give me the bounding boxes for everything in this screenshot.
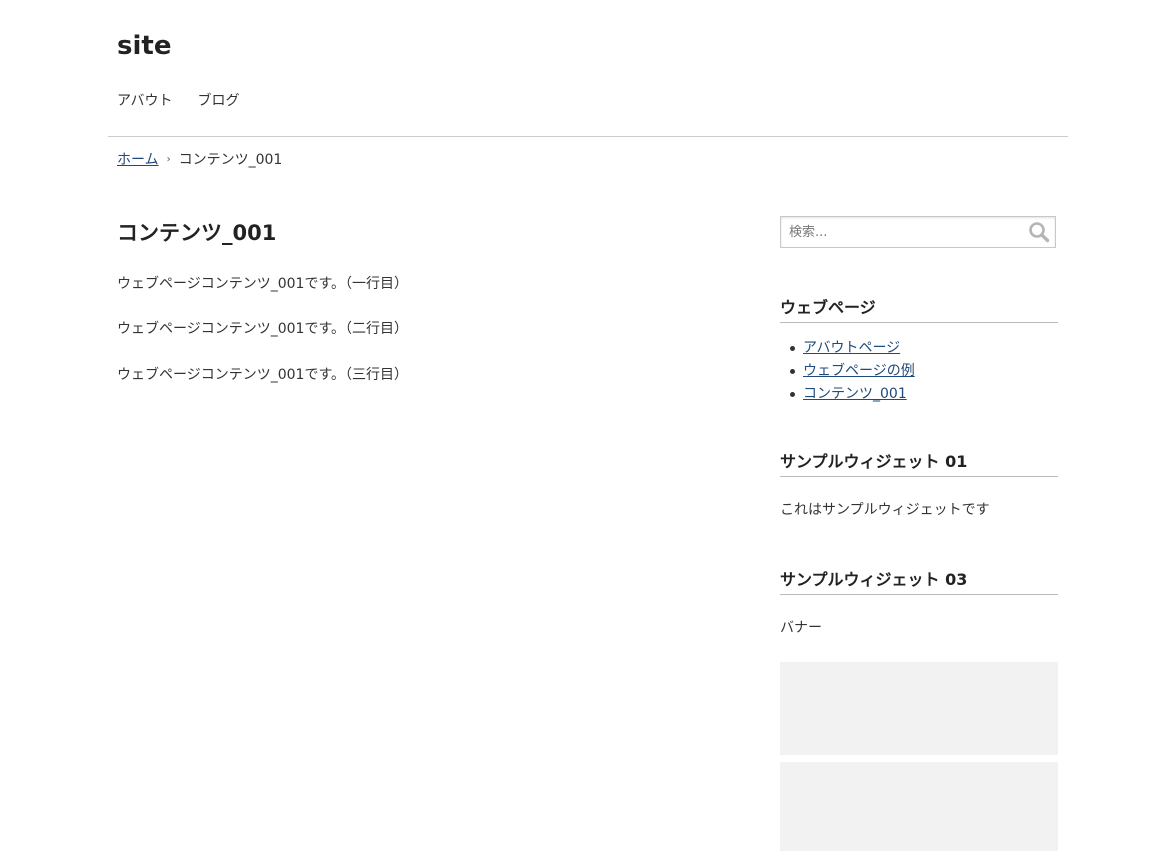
bullet-icon <box>790 392 795 397</box>
content-paragraph-1: ウェブページコンテンツ_001です。（一行目） <box>117 276 409 292</box>
widget-title-pages: ウェブページ <box>780 297 1058 323</box>
content-paragraph-3: ウェブページコンテンツ_001です。（三行目） <box>117 367 409 383</box>
header-divider <box>108 136 1068 137</box>
bullet-icon <box>790 369 795 374</box>
breadcrumb-current: コンテンツ_001 <box>178 152 283 168</box>
list-item: コンテンツ_001 <box>780 383 915 406</box>
breadcrumb: ホーム › コンテンツ_001 <box>117 149 282 171</box>
search-input[interactable] <box>781 217 1029 247</box>
global-nav: アバウト ブログ <box>117 90 239 112</box>
search-icon[interactable] <box>1027 220 1051 244</box>
nav-item-blog[interactable]: ブログ <box>197 90 239 112</box>
list-item: ウェブページの例 <box>780 360 915 383</box>
widget-title-sample-03: サンプルウィジェット 03 <box>780 569 1058 595</box>
nav-item-about[interactable]: アバウト <box>117 90 172 112</box>
bullet-icon <box>790 346 795 351</box>
banner-1[interactable] <box>780 662 1058 755</box>
page-link-example[interactable]: ウェブページの例 <box>803 360 915 383</box>
content-paragraph-2: ウェブページコンテンツ_001です。（二行目） <box>117 321 409 337</box>
search-box <box>780 216 1056 248</box>
page-title: コンテンツ_001 <box>117 221 277 245</box>
site-title[interactable]: site <box>117 28 171 64</box>
banner-2[interactable] <box>780 762 1058 851</box>
page-link-about[interactable]: アバウトページ <box>803 337 900 360</box>
widget-title-sample-01: サンプルウィジェット 01 <box>780 451 1058 477</box>
page-link-content-001[interactable]: コンテンツ_001 <box>803 383 907 406</box>
breadcrumb-separator: › <box>166 154 171 165</box>
widget-03-text: バナー <box>780 620 822 636</box>
breadcrumb-home-link[interactable]: ホーム <box>117 149 159 171</box>
list-item: アバウトページ <box>780 337 915 360</box>
widget-01-text: これはサンプルウィジェットです <box>780 502 990 518</box>
pages-list: アバウトページ ウェブページの例 コンテンツ_001 <box>780 337 915 406</box>
